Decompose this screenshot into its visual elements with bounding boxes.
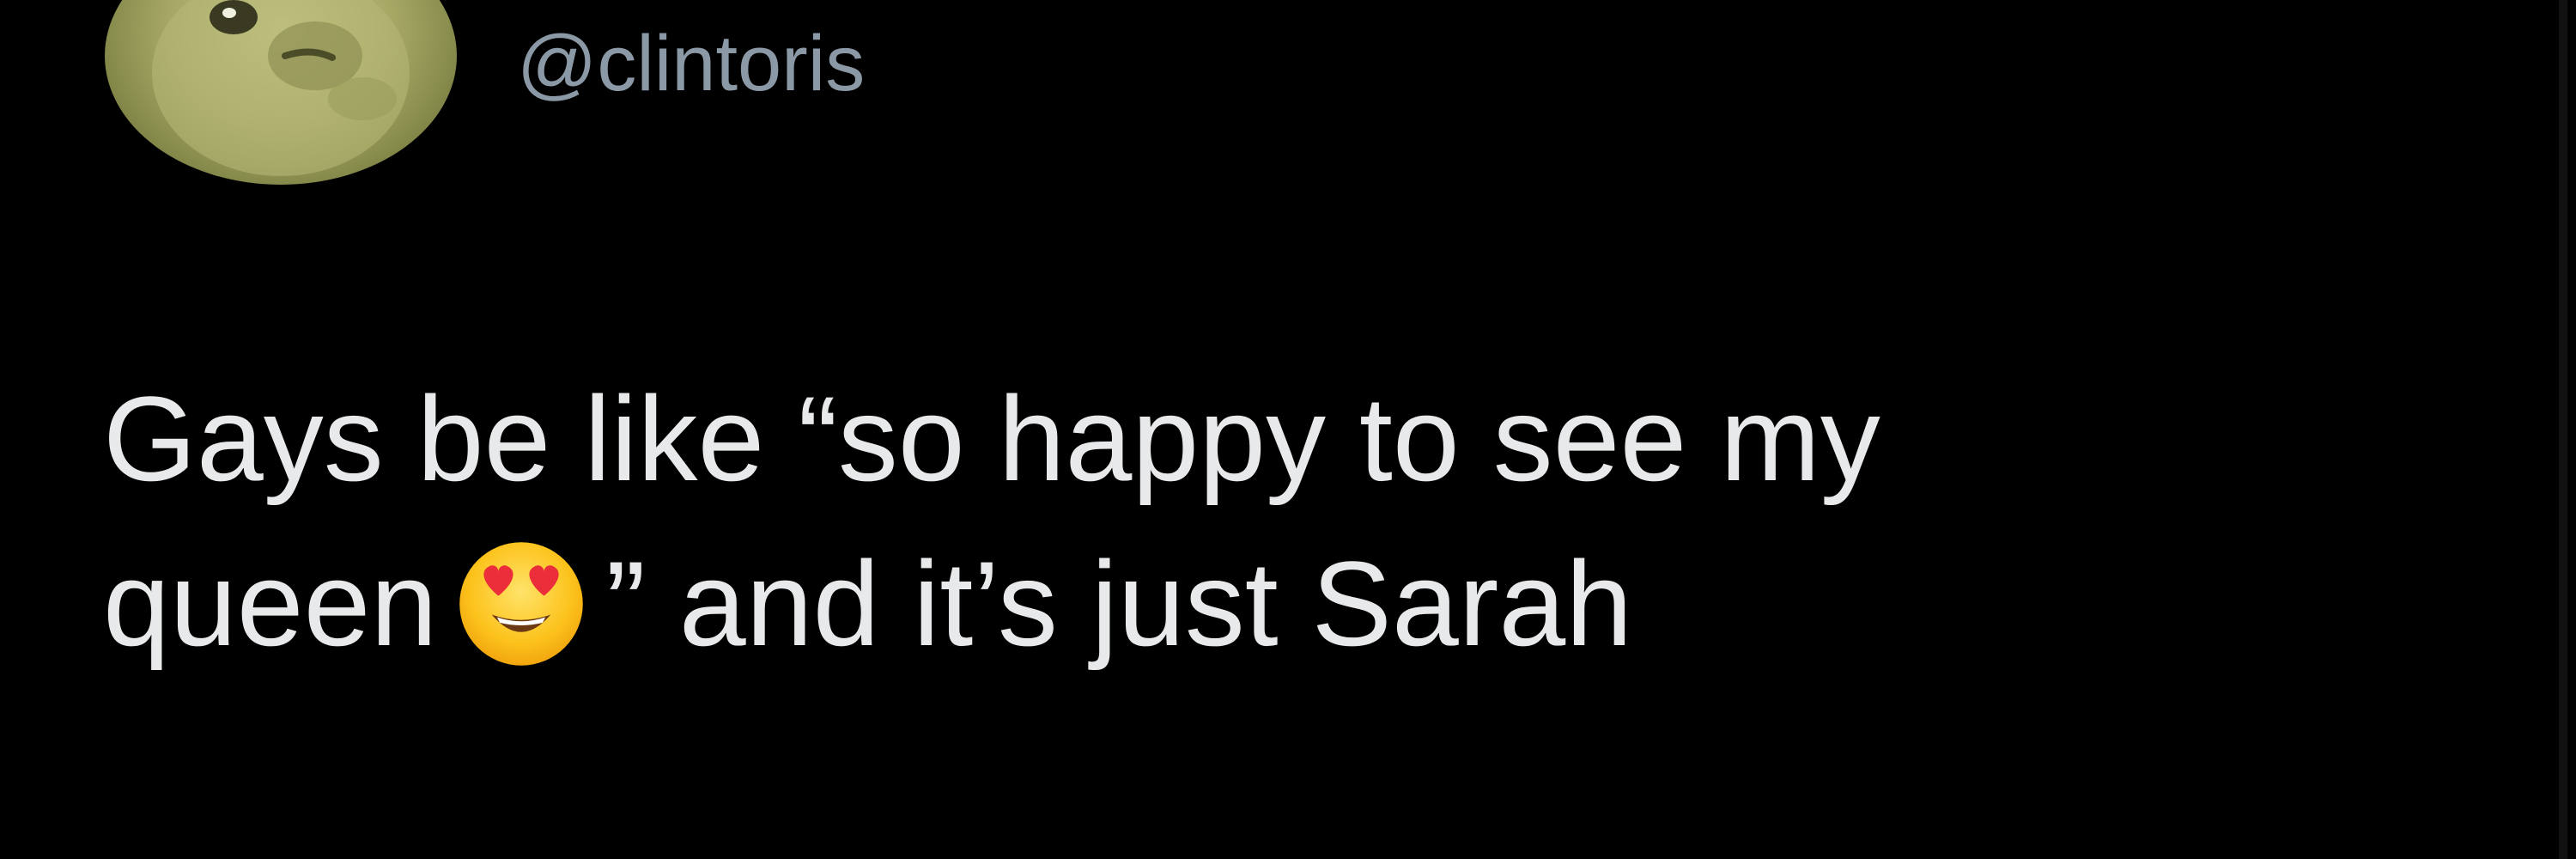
tweet-line-2-end: ” and it’s just Sarah xyxy=(605,535,1633,671)
scrollbar[interactable] xyxy=(2559,0,2567,859)
tweet-screenshot: @clintoris Gays be like “so happy to see… xyxy=(0,0,2576,859)
tweet-line-2-start: queen xyxy=(103,535,438,671)
tweet-text: Gays be like “so happy to see my queen ” xyxy=(103,356,2421,686)
heart-eyes-emoji-icon xyxy=(454,537,588,671)
tweet-line-2: queen ” and it’s just Sarah xyxy=(103,521,2421,686)
user-handle[interactable]: @clintoris xyxy=(517,24,865,103)
avatar[interactable] xyxy=(105,0,457,185)
tweet-line-1: Gays be like “so happy to see my xyxy=(103,371,1880,506)
green-face-icon xyxy=(152,0,410,176)
